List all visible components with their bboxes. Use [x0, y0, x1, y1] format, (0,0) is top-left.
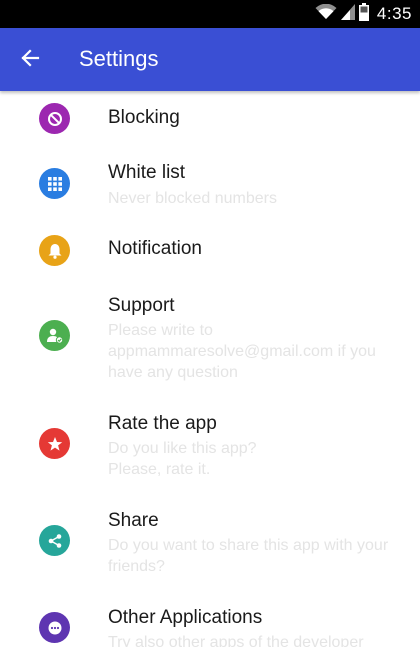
battery-icon	[358, 2, 369, 26]
support-agent-icon	[39, 320, 70, 351]
settings-item-subtitle: Try also other apps of the developer	[108, 634, 364, 647]
page-title: Settings	[79, 46, 159, 71]
wifi-icon	[315, 3, 337, 25]
settings-item-other-apps[interactable]: Other Applications Try also other apps o…	[0, 598, 420, 647]
arrow-back-icon	[20, 48, 40, 73]
settings-item-notification[interactable]: Notification	[0, 229, 420, 273]
settings-item-blocking[interactable]: Blocking	[0, 91, 420, 147]
star-icon	[39, 428, 70, 459]
settings-item-title: Notification	[108, 238, 202, 259]
settings-item-title: Other Applications	[108, 607, 263, 628]
more-icon	[39, 612, 70, 643]
signal-icon	[340, 3, 355, 25]
status-bar: 4:35	[0, 0, 420, 28]
status-time: 4:35	[376, 4, 412, 23]
settings-item-support[interactable]: Support Please write to appmammaresolve@…	[0, 286, 420, 386]
share-icon	[39, 525, 70, 556]
settings-item-white-list[interactable]: White list Never blocked numbers	[0, 151, 420, 211]
settings-item-rate[interactable]: Rate the app Do you like this app? Pleas…	[0, 404, 420, 484]
bell-icon	[39, 235, 70, 266]
settings-item-title: Blocking	[108, 107, 180, 128]
settings-item-title: White list	[108, 162, 186, 183]
settings-item-share[interactable]: Share Do you want to share this app with…	[0, 501, 420, 581]
settings-item-title: Share	[108, 510, 159, 531]
settings-item-subtitle: Never blocked numbers	[108, 190, 277, 207]
back-button[interactable]	[10, 40, 50, 80]
settings-screen: 4:35 Settings Blocking White list Never …	[0, 0, 420, 647]
grid-icon	[39, 168, 70, 199]
block-icon	[39, 103, 70, 134]
settings-item-subtitle: Do you like this app? Please, rate it.	[108, 440, 257, 478]
status-icons: 4:35	[315, 2, 412, 26]
app-bar: Settings	[0, 28, 420, 91]
settings-item-title: Rate the app	[108, 413, 217, 434]
settings-item-title: Support	[108, 295, 175, 316]
settings-item-subtitle: Do you want to share this app with your …	[108, 537, 389, 575]
settings-item-subtitle: Please write to appmammaresolve@gmail.co…	[108, 322, 376, 381]
